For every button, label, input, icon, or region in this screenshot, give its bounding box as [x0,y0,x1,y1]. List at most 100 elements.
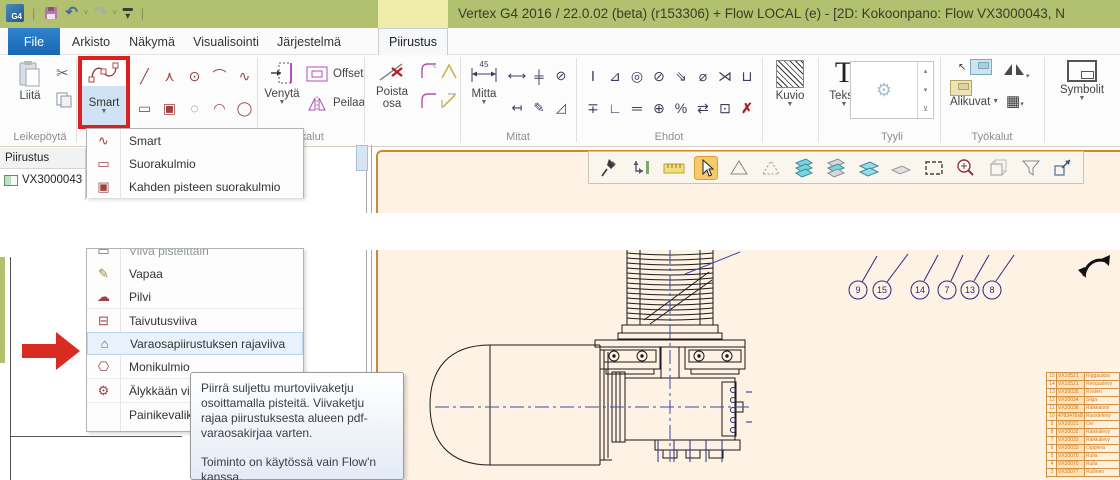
menu-item-varaosapiirustuksen-rajaviiva[interactable]: ⌂ Varaosapiirustuksen rajaviiva [87,332,303,355]
menu-item-suorakulmio[interactable]: ▭ Suorakulmio [87,152,303,175]
layers-two-icon[interactable] [857,156,880,180]
dimension-tool-icon[interactable]: ↤ [506,92,528,124]
layer-single-icon[interactable] [889,156,912,180]
dimension-tool-icon[interactable]: ✎ [528,92,550,124]
drawing-tree-item[interactable]: VX3000043 [0,169,85,186]
tab-jarjestelma[interactable]: Järjestelmä [272,28,346,55]
dimension-tool-icon[interactable]: ⟷ [506,60,528,92]
redo-icon[interactable]: ↷ [94,5,107,21]
move-view-icon[interactable] [629,156,652,180]
layers-mixed-icon[interactable] [825,156,848,180]
scroll-down-icon[interactable]: ▾ [918,81,933,100]
smart-dropdown-caret[interactable]: ▼ [101,109,108,115]
constraint-icon[interactable]: ⊡ [714,92,736,124]
parts-table-cell: 3 [1047,469,1057,477]
dimension-tool-icon[interactable]: ◿ [550,92,572,124]
layers-all-icon[interactable] [792,156,815,180]
constraint-icon[interactable]: ═ [626,92,648,124]
dimension-tool-icon[interactable]: ╪ [528,60,550,92]
group-separator [460,58,461,142]
triangle-tool-icon[interactable] [727,156,750,180]
pin-icon[interactable] [597,156,620,180]
subpictures-button[interactable]: Alikuvat▼ [950,96,999,108]
constraint-icon[interactable]: ⊿ [604,60,626,92]
dimension-tool-icon[interactable]: ⊘ [550,60,572,92]
mirror-button[interactable]: Peilaa [306,94,365,112]
box-3d-icon[interactable] [987,156,1010,180]
pattern-button[interactable]: Kuvio▼ [768,60,812,108]
line-tool-icon[interactable]: ⌒ [207,60,232,92]
menu-item-clipped[interactable]: ▭ Viiva pisteittäin [87,249,303,262]
filter-icon[interactable] [1019,156,1042,180]
select-cursor-icon[interactable] [694,156,718,180]
constraint-icon[interactable]: ⇄ [692,92,714,124]
chamfer2-icon[interactable] [440,92,458,115]
remove-part-button[interactable]: Poista osa [368,60,416,110]
constraint-icon[interactable]: ⌀ [692,60,714,92]
constraint-icon[interactable]: Ⅰ [582,60,604,92]
export-view-icon[interactable] [1051,156,1074,180]
constraint-icon[interactable]: ⊕ [648,92,670,124]
line-tool-icon[interactable]: ⋏ [157,60,182,92]
fillet2-icon[interactable] [420,92,438,115]
tab-file[interactable]: File [8,28,60,55]
tab-arkisto[interactable]: Arkisto [64,28,118,55]
save-icon[interactable] [43,5,59,21]
undo-dropdown-icon[interactable]: ˅ [84,10,88,17]
line-tool-icon[interactable]: ╱ [132,60,157,92]
line-tool-icon[interactable]: ◌ [182,92,207,124]
cut-icon[interactable]: ✂ [56,64,69,82]
redo-dropdown-icon[interactable]: ˅ [113,10,117,17]
tab-visualisointi[interactable]: Visualisointi [188,28,264,55]
customize-qat-icon[interactable]: ▬▾ [123,5,133,21]
menu-item-vapaa[interactable]: ✎ Vapaa [87,262,303,285]
grid-tool-icon[interactable]: ▦▾ [1006,92,1024,110]
fillet-icon[interactable] [420,62,438,85]
menu-item-kahden-pisteen-suorakulmio[interactable]: ▣ Kahden pisteen suorakulmio [87,175,303,198]
constraint-icon[interactable]: ◎ [626,60,648,92]
triangle-dashed-icon[interactable] [760,156,783,180]
app-logo-icon[interactable]: G4 [6,4,24,22]
line-tool-icon[interactable]: ∿ [232,60,257,92]
constraint-icon[interactable]: % [670,92,692,124]
menu-item-pilvi[interactable]: ☁ Pilvi [87,285,303,308]
line-tool-icon[interactable]: ⊙ [182,60,207,92]
scroll-up-icon[interactable]: ▴ [918,62,933,81]
constraint-icon[interactable]: ∓ [582,92,604,124]
drawing-sheet[interactable]: 9 15 14 7 13 8 [376,250,1120,480]
constraint-icon[interactable]: ∟ [604,92,626,124]
symbols-button[interactable]: Symbolit▼ [1052,60,1112,102]
ruler-icon[interactable] [662,156,685,180]
offset-button[interactable]: Offset [306,66,363,82]
tab-piirustus[interactable]: Piirustus [378,28,448,55]
zoom-in-icon[interactable] [954,156,977,180]
dimension-button[interactable]: 45 Mitta▼ [464,58,504,106]
constraint-icon[interactable]: ⋊ [714,60,736,92]
line-tool-icon[interactable]: ◠ [207,92,232,124]
line-tool-icon[interactable]: ▭ [132,92,157,124]
gallery-scrollbar[interactable]: ▴ ▾ ⊻ [917,62,933,118]
undo-icon[interactable]: ↶ [65,5,78,21]
constraint-icon[interactable]: ⇘ [670,60,692,92]
style-gallery[interactable]: ⚙ ▴ ▾ ⊻ [850,61,934,119]
line-tool-icon[interactable]: ▣ [157,92,182,124]
menu-item-taivutusviiva[interactable]: ⊟ Taivutusviiva [87,308,303,332]
line-tool-icon[interactable]: ◯ [232,92,257,124]
mirror-sort-icon[interactable]: ▾ [1002,60,1030,83]
constraint-icon[interactable]: ✗ [736,92,758,124]
stretch-button[interactable]: Venytä▼ [260,60,304,106]
constraint-icon[interactable]: ⊘ [648,60,670,92]
menu-item-smart[interactable]: ∿ Smart [87,129,303,152]
chamfer-highlight-icon[interactable] [440,62,458,85]
gallery-expand-icon[interactable]: ⊻ [918,99,933,118]
panel-header[interactable]: Piirustus [0,148,85,169]
paste-button[interactable]: Liitä [10,60,50,102]
constraint-icon[interactable]: ⊔ [736,60,758,92]
copy-icon[interactable] [56,92,72,113]
select-area-icon[interactable] [922,156,945,180]
tab-nakyma[interactable]: Näkymä [124,28,180,55]
subpicture-yellow-icon[interactable] [950,80,972,96]
subpicture-blue-icon[interactable] [970,59,992,75]
parts-table-cell: Riggauspa [1085,373,1120,381]
smart-button[interactable]: Smart▼ [82,60,126,125]
